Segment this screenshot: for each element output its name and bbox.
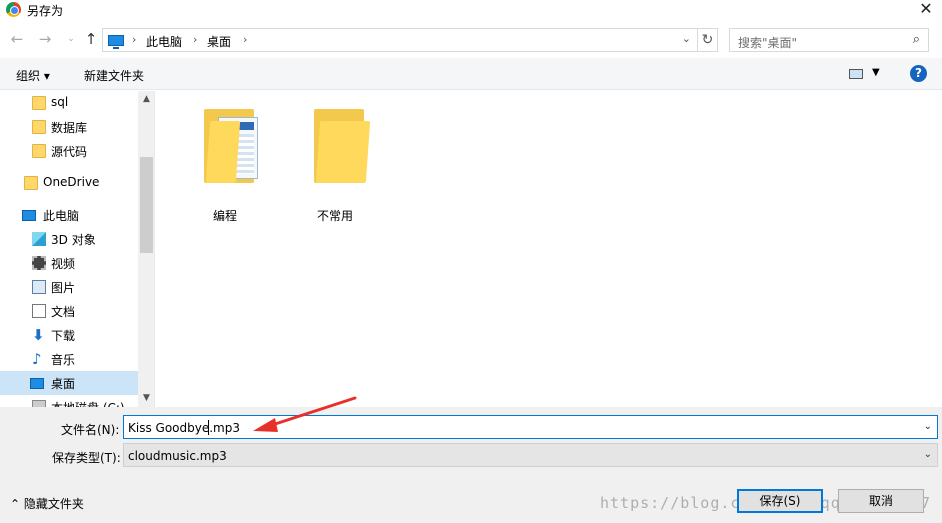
annotation-arrow-icon <box>253 396 357 432</box>
title-bar: 另存为 ✕ <box>0 0 942 20</box>
desktop-icon <box>30 378 44 389</box>
chrome-icon <box>6 2 21 17</box>
sidebar-item-label: 此电脑 <box>43 209 80 223</box>
filetype-label: 保存类型(T): <box>52 451 121 465</box>
sidebar-item-label: 桌面 <box>51 377 76 391</box>
breadcrumb-desktop[interactable]: 桌面 <box>207 33 231 50</box>
picture-icon <box>32 280 46 294</box>
folder-icon <box>32 96 46 110</box>
hide-folders-toggle[interactable]: ⌃ 隐藏文件夹 <box>10 495 84 512</box>
text-cursor <box>208 420 209 435</box>
filename-value: Kiss Goodbye.mp3 <box>128 421 240 435</box>
scroll-up-icon[interactable]: ▲ <box>138 91 154 108</box>
sidebar-item-downloads[interactable]: ⬇ 下载 <box>0 323 138 347</box>
hide-folders-label: 隐藏文件夹 <box>23 497 84 511</box>
sidebar-item-label: 3D 对象 <box>51 233 96 247</box>
download-icon: ⬇ <box>32 326 45 344</box>
filetype-dropdown-icon[interactable]: ⌄ <box>924 449 932 460</box>
help-icon[interactable]: ? <box>910 65 927 82</box>
cancel-button[interactable]: 取消 <box>838 489 924 513</box>
sidebar-item-label: 音乐 <box>51 353 76 367</box>
file-list-view: 编程 不常用 <box>156 91 942 407</box>
file-item-label: 不常用 <box>316 209 353 223</box>
sidebar-item-label: sql <box>51 95 69 109</box>
filename-dropdown-icon[interactable]: ⌄ <box>924 421 932 432</box>
command-toolbar: 组织 ▾ 新建文件夹 ▼ ? <box>0 58 942 90</box>
up-arrow-icon[interactable]: ↑ <box>82 29 100 49</box>
view-dropdown-icon[interactable]: ▼ <box>872 67 880 78</box>
address-bar[interactable]: › 此电脑 › 桌面 › ⌄ ↻ <box>102 28 718 52</box>
filename-label: 文件名(N): <box>61 423 120 437</box>
folder-icon <box>24 176 38 190</box>
sidebar-item-label: OneDrive <box>43 175 100 189</box>
organize-menu-button[interactable]: 组织 ▾ <box>16 67 50 84</box>
forward-arrow-icon[interactable]: → <box>36 29 54 49</box>
sidebar-item-music[interactable]: ♪ 音乐 <box>0 347 138 371</box>
scroll-thumb[interactable] <box>140 157 153 253</box>
save-form: 文件名(N): Kiss Goodbye.mp3 ⌄ 保存类型(T): clou… <box>0 407 942 523</box>
sidebar-scrollbar[interactable]: ▲ ▼ <box>138 91 154 407</box>
video-icon <box>32 256 46 270</box>
search-input[interactable]: 搜索"桌面" ⌕ <box>729 28 929 52</box>
file-item[interactable]: 编程 <box>180 103 270 223</box>
folder-icon <box>32 144 46 158</box>
navigation-pane: sql 数据库 源代码 OneDrive 此电脑 3D 对象 视频 图片 文档 … <box>0 91 155 407</box>
sidebar-item-3d-objects[interactable]: 3D 对象 <box>0 227 138 251</box>
sidebar-item-source-code[interactable]: 源代码 <box>0 139 138 163</box>
sidebar-item-sql[interactable]: sql <box>0 91 138 115</box>
disk-icon <box>32 400 46 407</box>
3d-objects-icon <box>32 232 46 246</box>
sidebar-item-pictures[interactable]: 图片 <box>0 275 138 299</box>
folder-icon <box>314 109 371 183</box>
folder-icon <box>32 120 46 134</box>
search-icon[interactable]: ⌕ <box>913 32 920 47</box>
computer-icon <box>108 35 124 49</box>
sidebar-item-documents[interactable]: 文档 <box>0 299 138 323</box>
address-dropdown-icon[interactable]: ⌄ <box>682 32 691 45</box>
breadcrumb-separator-icon[interactable]: › <box>193 33 197 46</box>
music-icon: ♪ <box>32 350 42 368</box>
chevron-up-icon: ⌃ <box>10 497 21 511</box>
sidebar-item-label: 数据库 <box>51 121 88 135</box>
filetype-value: cloudmusic.mp3 <box>128 449 227 463</box>
sidebar-item-desktop[interactable]: 桌面 <box>0 371 138 395</box>
sidebar-item-label: 本地磁盘 (C:) <box>51 399 125 407</box>
file-item[interactable]: 不常用 <box>290 103 380 223</box>
close-icon[interactable]: ✕ <box>916 0 936 20</box>
refresh-icon[interactable]: ↻ <box>697 29 717 51</box>
new-folder-button[interactable]: 新建文件夹 <box>84 67 144 84</box>
scroll-down-icon[interactable]: ▼ <box>138 390 154 407</box>
window-title: 另存为 <box>27 4 64 18</box>
sidebar-item-local-disk[interactable]: 本地磁盘 (C:) <box>0 395 138 407</box>
save-button[interactable]: 保存(S) <box>737 489 823 513</box>
filetype-select[interactable]: cloudmusic.mp3 ⌄ <box>123 443 938 467</box>
breadcrumb-this-pc[interactable]: 此电脑 <box>146 33 182 50</box>
sidebar-item-onedrive[interactable]: OneDrive <box>0 171 138 195</box>
sidebar-item-label: 源代码 <box>51 145 88 159</box>
breadcrumb-separator-icon[interactable]: › <box>243 33 247 46</box>
sidebar-item-label: 下载 <box>51 329 76 343</box>
sidebar-item-label: 文档 <box>51 305 76 319</box>
search-placeholder: 搜索"桌面" <box>738 36 798 50</box>
sidebar-item-label: 图片 <box>51 281 76 295</box>
sidebar-item-label: 视频 <box>51 257 76 271</box>
file-item-label: 编程 <box>212 209 237 223</box>
breadcrumb-separator-icon[interactable]: › <box>132 33 136 46</box>
computer-icon <box>22 210 36 221</box>
navigation-bar: ← → ⌄ ↑ › 此电脑 › 桌面 › ⌄ ↻ 搜索"桌面" ⌕ <box>0 26 942 54</box>
sidebar-item-database[interactable]: 数据库 <box>0 115 138 139</box>
back-arrow-icon[interactable]: ← <box>8 29 26 49</box>
recent-locations-chevron-icon[interactable]: ⌄ <box>62 29 80 49</box>
document-icon <box>32 304 46 318</box>
sidebar-item-videos[interactable]: 视频 <box>0 251 138 275</box>
view-options-icon[interactable] <box>849 69 863 79</box>
folder-with-documents-icon <box>204 109 258 183</box>
sidebar-item-this-pc[interactable]: 此电脑 <box>0 203 138 227</box>
